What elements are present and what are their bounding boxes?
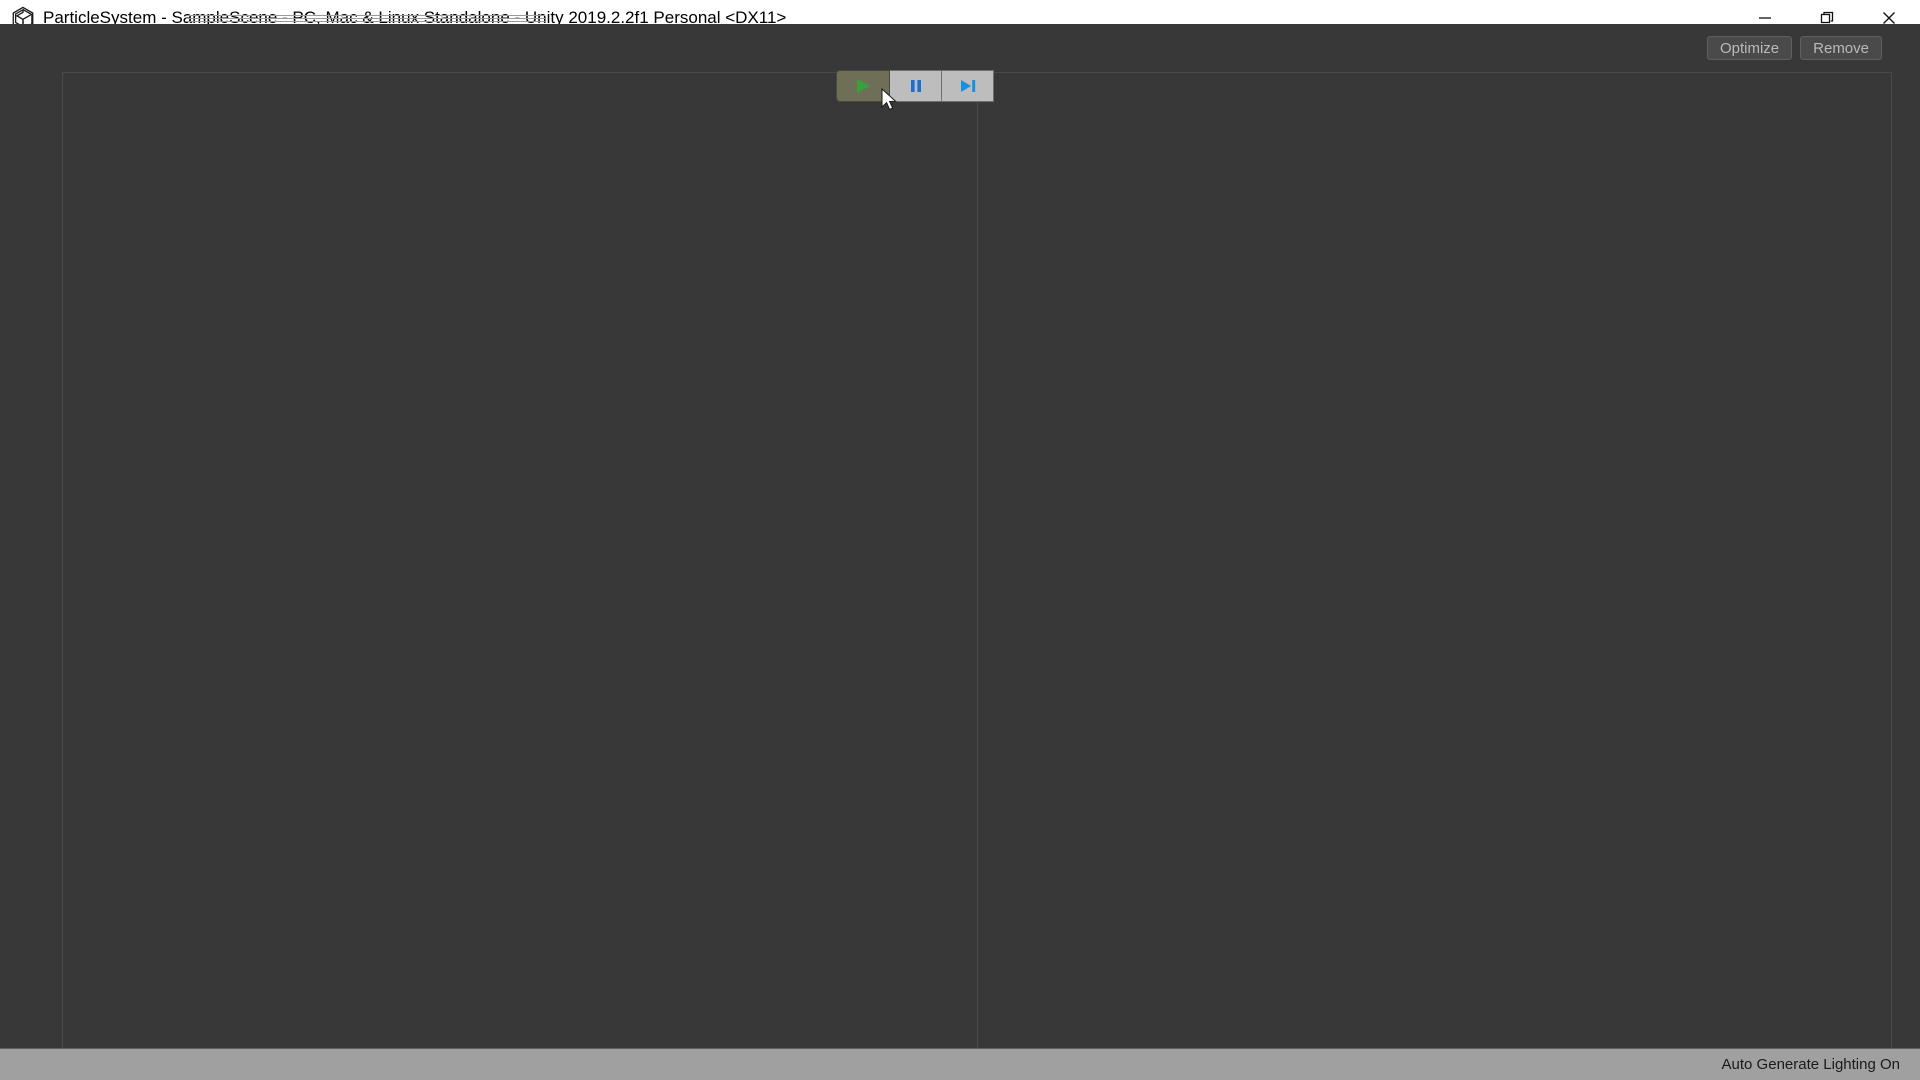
- remove-label: Remove: [1813, 39, 1869, 57]
- curves-body[interactable]: Optimize Remove: [0, 24, 1920, 1080]
- curves-actions: Optimize Remove: [1706, 36, 1882, 60]
- play-triangle-icon: [857, 79, 870, 93]
- optimize-button[interactable]: Optimize: [1706, 36, 1793, 60]
- status-text: Auto Generate Lighting On: [1721, 1056, 1900, 1073]
- curve-graph-area[interactable]: [62, 72, 1892, 1066]
- step-forward-icon: [960, 80, 975, 92]
- optimize-label: Optimize: [1719, 39, 1780, 57]
- remove-button[interactable]: Remove: [1800, 36, 1882, 60]
- pause-icon: [910, 80, 921, 92]
- playback-controls: [818, 54, 994, 120]
- mouse-cursor-icon: [881, 88, 897, 111]
- particle-system-curves-panel: Particle System Curves Optimize Remove: [0, 0, 1920, 1080]
- step-button[interactable]: [942, 70, 994, 102]
- status-bar: Auto Generate Lighting On: [0, 1048, 1920, 1080]
- curves-drag-handle[interactable]: [185, 9, 545, 22]
